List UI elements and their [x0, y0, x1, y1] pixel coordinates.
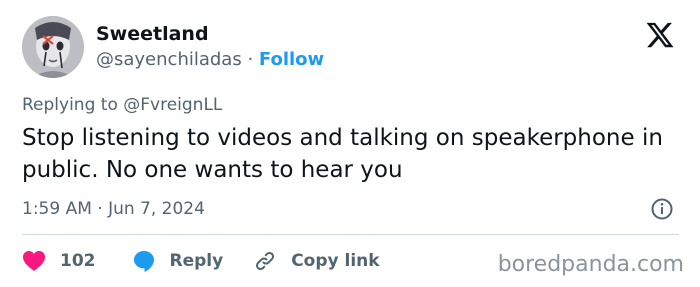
- author-name[interactable]: Sweetland: [96, 23, 209, 45]
- replying-prefix: Replying to: [22, 95, 124, 115]
- author-handle-row: @sayenchiladas · Follow: [96, 49, 324, 70]
- follow-button[interactable]: Follow: [259, 49, 324, 70]
- separator-dot: ·: [241, 49, 259, 70]
- avatar[interactable]: [22, 16, 84, 78]
- tweet-timestamp[interactable]: 1:59 AM · Jun 7, 2024: [22, 199, 205, 219]
- like-button[interactable]: 102: [22, 250, 96, 272]
- like-count: 102: [60, 251, 96, 271]
- divider: [22, 234, 679, 235]
- reply-bubble-icon: [133, 251, 154, 272]
- tweet-text: Stop listening to videos and talking on …: [22, 125, 663, 183]
- avatar-image: [22, 16, 84, 78]
- replying-to: Replying to @FvreignLL: [22, 95, 222, 115]
- info-icon[interactable]: [650, 197, 674, 221]
- author-handle[interactable]: @sayenchiladas: [96, 49, 242, 70]
- copy-link-label: Copy link: [291, 251, 380, 271]
- replying-mention-link[interactable]: @FvreignLL: [123, 95, 222, 115]
- heart-icon: [23, 251, 45, 271]
- copy-link-button[interactable]: Copy link: [253, 249, 380, 273]
- reply-button[interactable]: Reply: [132, 249, 224, 273]
- link-icon: [256, 251, 275, 271]
- action-bar: 102 Reply Copy link: [22, 248, 380, 274]
- watermark: boredpanda.com: [497, 252, 684, 277]
- reply-label: Reply: [169, 251, 224, 271]
- x-logo-icon[interactable]: [644, 20, 676, 50]
